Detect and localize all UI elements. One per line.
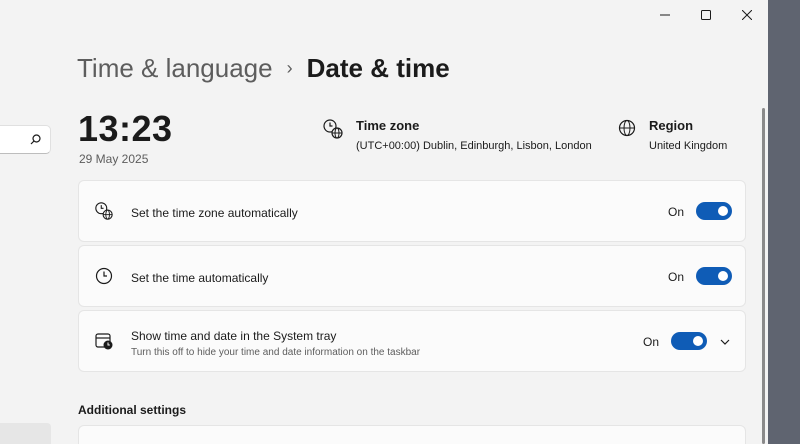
close-button[interactable]: [727, 0, 767, 30]
clock-icon: [95, 267, 113, 285]
chevron-down-icon[interactable]: [719, 336, 731, 348]
setting-label: Show time and date in the System tray: [131, 329, 337, 343]
current-time: 13:23: [78, 108, 173, 149]
calendar-clock-icon: [95, 333, 113, 350]
setting-system-tray-clock[interactable]: Show time and date in the System tray Tu…: [78, 310, 746, 372]
minimize-icon: [660, 14, 670, 16]
region-value: United Kingdom: [649, 140, 728, 152]
breadcrumb-separator: ›: [286, 57, 293, 78]
sidebar-item-selected[interactable]: [0, 423, 51, 444]
search-input[interactable]: [0, 125, 51, 154]
auto-time-zone-toggle[interactable]: [696, 202, 732, 220]
scrollbar[interactable]: [762, 108, 765, 444]
globe-icon: [618, 119, 636, 137]
system-tray-toggle[interactable]: [671, 332, 707, 350]
maximize-icon: [701, 10, 711, 20]
additional-setting-card[interactable]: [78, 425, 746, 444]
current-date: 29 May 2025: [79, 152, 149, 166]
toggle-state-text: On: [668, 205, 685, 219]
time-zone-value: (UTC+00:00) Dublin, Edinburgh, Lisbon, L…: [356, 140, 592, 152]
time-zone-title: Time zone: [356, 118, 420, 133]
auto-time-toggle[interactable]: [696, 267, 732, 285]
time-zone-info: Time zone (UTC+00:00) Dublin, Edinburgh,…: [322, 118, 592, 152]
setting-description: Turn this off to hide your time and date…: [131, 347, 421, 358]
section-title: Additional settings: [78, 403, 186, 417]
toggle-knob: [718, 271, 728, 281]
setting-auto-time-zone: Set the time zone automatically On: [78, 180, 746, 242]
setting-label: Set the time zone automatically: [131, 206, 298, 220]
search-icon: [30, 134, 41, 145]
toggle-state-text: On: [668, 270, 685, 284]
clock-globe-icon: [323, 119, 343, 139]
toggle-knob: [718, 206, 728, 216]
region-info: Region United Kingdom: [617, 118, 727, 152]
desktop-background: [768, 0, 800, 444]
setting-label: Set the time automatically: [131, 271, 269, 285]
minimize-button[interactable]: [645, 0, 685, 30]
settings-window: Time & language › Date & time 13:23 29 M…: [0, 0, 768, 444]
clock-globe-icon: [95, 202, 113, 220]
toggle-knob: [693, 336, 703, 346]
page-title: Date & time: [306, 52, 450, 83]
toggle-state-text: On: [643, 335, 660, 349]
maximize-button[interactable]: [686, 0, 726, 30]
setting-auto-time: Set the time automatically On: [78, 245, 746, 307]
breadcrumb-parent-link[interactable]: Time & language: [77, 53, 273, 84]
region-title: Region: [649, 118, 694, 133]
close-icon: [742, 10, 752, 20]
breadcrumb: Time & language › Date & time: [77, 50, 450, 86]
